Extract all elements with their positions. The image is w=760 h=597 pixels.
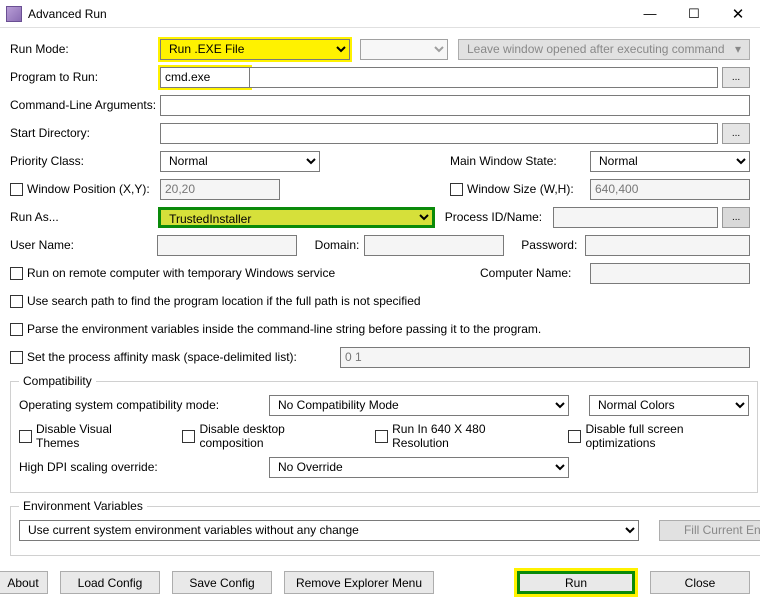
disablecomp-checkbox[interactable]: [182, 430, 195, 443]
remote-checkbox-label[interactable]: Run on remote computer with temporary Wi…: [10, 266, 335, 280]
disablethemes-checkbox-label[interactable]: Disable Visual Themes: [19, 422, 152, 450]
load-config-button[interactable]: Load Config: [60, 571, 160, 594]
hidpi-select[interactable]: No Override: [269, 457, 569, 478]
run-mode-select[interactable]: Run .EXE File: [160, 39, 350, 60]
cmdargs-label: Command-Line Arguments:: [10, 98, 160, 112]
remote-checkbox[interactable]: [10, 267, 23, 280]
disablecomp-checkbox-label[interactable]: Disable desktop composition: [182, 422, 345, 450]
remove-explorer-button[interactable]: Remove Explorer Menu: [284, 571, 434, 594]
computername-label: Computer Name:: [480, 266, 590, 280]
winpos-input[interactable]: [160, 179, 280, 200]
save-config-button[interactable]: Save Config: [172, 571, 272, 594]
window-title: Advanced Run: [28, 7, 628, 21]
winpos-checkbox[interactable]: [10, 183, 23, 196]
program-input[interactable]: [250, 67, 718, 88]
close-window-button[interactable]: ✕: [716, 0, 760, 28]
username-label: User Name:: [10, 238, 157, 252]
run-button-highlight: Run: [514, 568, 638, 597]
priority-label: Priority Class:: [10, 154, 160, 168]
leave-window-button[interactable]: Leave window opened after executing comm…: [458, 39, 750, 60]
run640-checkbox-label[interactable]: Run In 640 X 480 Resolution: [375, 422, 538, 450]
about-button[interactable]: About: [0, 571, 48, 594]
app-icon: [6, 6, 22, 22]
domain-input[interactable]: [364, 235, 504, 256]
program-input-hl[interactable]: [160, 67, 250, 88]
program-label: Program to Run:: [10, 70, 160, 84]
mainwinstate-select[interactable]: Normal: [590, 151, 750, 172]
secondary-mode-select[interactable]: [360, 39, 448, 60]
affinity-checkbox[interactable]: [10, 351, 23, 364]
osmode-select[interactable]: No Compatibility Mode: [269, 395, 569, 416]
run640-checkbox[interactable]: [375, 430, 388, 443]
winsize-checkbox[interactable]: [450, 183, 463, 196]
startdir-browse-button[interactable]: ...: [722, 123, 750, 144]
disablethemes-checkbox[interactable]: [19, 430, 32, 443]
username-input[interactable]: [157, 235, 297, 256]
searchpath-checkbox[interactable]: [10, 295, 23, 308]
parseenv-checkbox-label[interactable]: Parse the environment variables inside t…: [10, 322, 541, 336]
searchpath-checkbox-label[interactable]: Use search path to find the program loca…: [10, 294, 421, 308]
program-browse-button[interactable]: ...: [722, 67, 750, 88]
env-group: Environment Variables Use current system…: [10, 499, 760, 556]
priority-select[interactable]: Normal: [160, 151, 320, 172]
maximize-button[interactable]: ☐: [672, 0, 716, 28]
run-mode-label: Run Mode:: [10, 42, 160, 56]
processid-label: Process ID/Name:: [445, 210, 554, 224]
close-button[interactable]: Close: [650, 571, 750, 594]
title-bar: Advanced Run — ☐ ✕: [0, 0, 760, 28]
env-legend: Environment Variables: [19, 499, 147, 513]
disablefull-checkbox-label[interactable]: Disable full screen optimizations: [568, 422, 749, 450]
password-label: Password:: [521, 238, 585, 252]
hidpi-label: High DPI scaling override:: [19, 460, 269, 474]
env-mode-select[interactable]: Use current system environment variables…: [19, 520, 639, 541]
osmode-label: Operating system compatibility mode:: [19, 398, 269, 412]
affinity-checkbox-label[interactable]: Set the process affinity mask (space-del…: [10, 350, 340, 364]
password-input[interactable]: [585, 235, 750, 256]
domain-label: Domain:: [315, 238, 364, 252]
affinity-input[interactable]: [340, 347, 750, 368]
startdir-label: Start Directory:: [10, 126, 160, 140]
cmdargs-input[interactable]: [160, 95, 750, 116]
fill-env-button[interactable]: Fill Current Environment Strings: [659, 520, 760, 541]
processid-browse-button[interactable]: ...: [722, 207, 750, 228]
runas-label: Run As...: [10, 210, 158, 224]
colors-select[interactable]: Normal Colors: [589, 395, 749, 416]
winsize-input[interactable]: [590, 179, 750, 200]
winpos-checkbox-label[interactable]: Window Position (X,Y):: [10, 182, 160, 196]
processid-input[interactable]: [553, 207, 718, 228]
disablefull-checkbox[interactable]: [568, 430, 581, 443]
parseenv-checkbox[interactable]: [10, 323, 23, 336]
startdir-input[interactable]: [160, 123, 718, 144]
mainwinstate-label: Main Window State:: [450, 154, 590, 168]
runas-select[interactable]: TrustedInstaller: [158, 207, 435, 228]
winsize-checkbox-label[interactable]: Window Size (W,H):: [450, 182, 590, 196]
minimize-button[interactable]: —: [628, 0, 672, 28]
compat-group: Compatibility Operating system compatibi…: [10, 374, 758, 493]
run-button[interactable]: Run: [517, 571, 635, 594]
computername-input[interactable]: [590, 263, 750, 284]
compat-legend: Compatibility: [19, 374, 96, 388]
